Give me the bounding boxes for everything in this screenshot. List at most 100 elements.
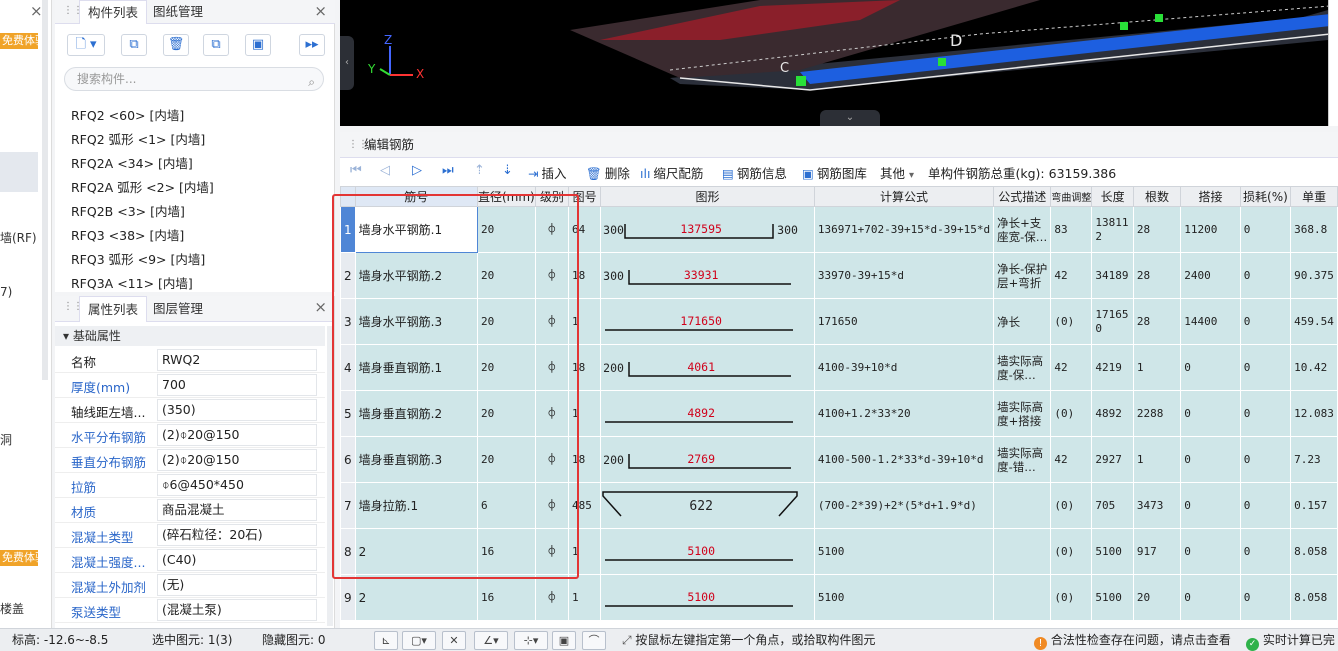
formula-description-cell[interactable] xyxy=(993,482,1052,529)
property-value[interactable]: ⌽6@450*450 xyxy=(157,474,317,496)
formula-cell[interactable]: 5100 xyxy=(813,528,995,575)
delete-button[interactable]: 🗑 删除 xyxy=(586,163,630,182)
length-cell[interactable]: 2927 xyxy=(1091,436,1134,483)
lap-cell[interactable]: 0 xyxy=(1180,528,1241,575)
property-value[interactable]: (混凝土泵) xyxy=(157,599,317,621)
list-item[interactable]: RFQ2A 弧形 <2> [内墙] xyxy=(71,177,214,196)
column-header[interactable]: 根数 xyxy=(1132,186,1182,207)
loss-cell[interactable]: 0 xyxy=(1239,482,1292,529)
ortho-icon[interactable]: ⊾ xyxy=(374,631,398,650)
bend-adjust-cell[interactable]: (0) xyxy=(1050,528,1093,575)
3d-model-view[interactable]: D C Z X Y ‹ ⌄ xyxy=(340,0,1328,126)
cross-select-icon[interactable]: ✕ xyxy=(442,631,466,650)
row-number[interactable]: 9 xyxy=(340,574,356,621)
arc-icon[interactable]: ⌒ xyxy=(582,631,606,650)
formula-cell[interactable]: 4100-39+10*d xyxy=(813,344,995,391)
loss-cell[interactable]: 0 xyxy=(1239,528,1292,575)
lap-cell[interactable]: 0 xyxy=(1180,482,1241,529)
unit-weight-cell[interactable]: 8.058 xyxy=(1290,574,1338,621)
formula-description-cell[interactable]: 净长+支座宽-保… xyxy=(993,206,1052,253)
bend-adjust-cell[interactable]: 42 xyxy=(1050,252,1093,299)
unit-weight-cell[interactable]: 0.157 xyxy=(1290,482,1338,529)
shape-cell[interactable]: 171650 xyxy=(600,298,815,345)
loss-cell[interactable]: 0 xyxy=(1239,436,1292,483)
table-row[interactable]: 9 2 16 ⌽ 1 5100 5100 (0) 5100 20 0 0 8.058 xyxy=(340,574,1338,621)
collapse-bottom-icon[interactable]: ⌄ xyxy=(820,110,880,126)
lap-cell[interactable]: 0 xyxy=(1180,390,1241,437)
length-cell[interactable]: 138112 xyxy=(1091,206,1134,253)
list-item[interactable]: RFQ3 <38> [内墙] xyxy=(71,225,184,244)
nav-label[interactable]: 7) xyxy=(0,285,12,299)
list-item[interactable]: RFQ3A <11> [内墙] xyxy=(71,273,193,292)
tab-drawing-management[interactable]: 图纸管理 xyxy=(145,0,211,24)
scale-rebar-button[interactable]: ılı 缩尺配筋 xyxy=(640,163,703,182)
column-header[interactable]: 弯曲调整 xyxy=(1050,186,1093,207)
other-dropdown[interactable]: 其他 ▾ xyxy=(880,163,914,182)
grip-icon[interactable]: ⋮⋮ xyxy=(63,4,83,18)
layer-copy-icon[interactable]: ▣ xyxy=(245,34,271,56)
loss-cell[interactable]: 0 xyxy=(1239,206,1292,253)
formula-description-cell[interactable]: 净长 xyxy=(993,298,1052,345)
shape-cell[interactable]: 200 4061 xyxy=(600,344,815,391)
length-cell[interactable]: 5100 xyxy=(1091,574,1134,621)
property-value[interactable]: (C40) xyxy=(157,549,317,571)
column-header[interactable]: 图形 xyxy=(600,186,815,207)
tab-layer-management[interactable]: 图层管理 xyxy=(145,296,211,322)
search-icon[interactable]: ⌕ xyxy=(308,71,315,93)
shape-cell[interactable]: 300 33931 xyxy=(600,252,815,299)
loss-cell[interactable]: 0 xyxy=(1239,344,1292,391)
close-icon[interactable]: × xyxy=(30,2,43,20)
formula-cell[interactable]: 136971+702-39+15*d-39+15*d xyxy=(813,206,995,253)
column-header[interactable]: 损耗(%) xyxy=(1239,186,1292,207)
lap-cell[interactable]: 0 xyxy=(1180,574,1241,621)
list-item[interactable]: RFQ2B <3> [内墙] xyxy=(71,201,185,220)
unit-weight-cell[interactable]: 368.8 xyxy=(1290,206,1338,253)
list-item[interactable]: RFQ3 弧形 <9> [内墙] xyxy=(71,249,205,268)
lap-cell[interactable]: 0 xyxy=(1180,344,1241,391)
length-cell[interactable]: 4892 xyxy=(1091,390,1134,437)
list-item[interactable]: RFQ2 弧形 <1> [内墙] xyxy=(71,129,205,148)
bend-adjust-cell[interactable]: (0) xyxy=(1050,574,1093,621)
formula-description-cell[interactable] xyxy=(993,528,1052,575)
formula-cell[interactable]: 5100 xyxy=(813,574,995,621)
formula-description-cell[interactable]: 墙实际高度+搭接 xyxy=(993,390,1052,437)
tab-component-list[interactable]: 构件列表 xyxy=(79,0,148,24)
collapse-left-icon[interactable]: ‹ xyxy=(340,36,354,90)
formula-cell[interactable]: 171650 xyxy=(813,298,995,345)
column-header[interactable]: 计算公式 xyxy=(813,186,995,207)
property-value[interactable]: (碎石粒径：20石) xyxy=(157,524,317,546)
count-cell[interactable]: 28 xyxy=(1132,252,1182,299)
lap-cell[interactable]: 14400 xyxy=(1180,298,1241,345)
shape-cell[interactable]: 5100 xyxy=(600,528,815,575)
prev-icon[interactable]: ◁ xyxy=(380,163,390,178)
unit-weight-cell[interactable]: 8.058 xyxy=(1290,528,1338,575)
trial-badge[interactable]: 免费体验 xyxy=(0,550,38,566)
unit-weight-cell[interactable]: 7.23 xyxy=(1290,436,1338,483)
property-section-header[interactable]: ▾ 基础属性 xyxy=(55,326,325,346)
first-icon[interactable]: ⏮ xyxy=(350,163,362,178)
formula-description-cell[interactable]: 墙实际高度-错… xyxy=(993,436,1052,483)
next-icon[interactable]: ▷ xyxy=(412,163,422,178)
column-header[interactable]: 公式描述 xyxy=(993,186,1052,207)
loss-cell[interactable]: 0 xyxy=(1239,574,1292,621)
formula-cell[interactable]: 4100-500-1.2*33*d-39+10*d xyxy=(813,436,995,483)
bend-adjust-cell[interactable]: (0) xyxy=(1050,482,1093,529)
formula-description-cell[interactable]: 墙实际高度-保… xyxy=(993,344,1052,391)
length-cell[interactable]: 4219 xyxy=(1091,344,1134,391)
unit-weight-cell[interactable]: 10.42 xyxy=(1290,344,1338,391)
delete-icon[interactable]: 🗑 xyxy=(163,34,189,56)
count-cell[interactable]: 1 xyxy=(1132,436,1182,483)
insert-button[interactable]: ⇥ 插入 xyxy=(528,163,567,182)
bend-adjust-cell[interactable]: 42 xyxy=(1050,344,1093,391)
column-header[interactable]: 单重 xyxy=(1290,186,1338,207)
grip-icon[interactable]: ⋮⋮ xyxy=(63,300,83,314)
count-cell[interactable]: 28 xyxy=(1132,298,1182,345)
shape-cell[interactable]: 5100 xyxy=(600,574,815,621)
rebar-name-cell[interactable]: 2 xyxy=(354,574,478,621)
select-mode-icon[interactable]: ▢▾ xyxy=(402,631,436,650)
loss-cell[interactable]: 0 xyxy=(1239,252,1292,299)
length-cell[interactable]: 171650 xyxy=(1091,298,1134,345)
trial-badge[interactable]: 免费体验 xyxy=(0,33,38,49)
unit-weight-cell[interactable]: 459.54 xyxy=(1290,298,1338,345)
property-value[interactable]: (2)⌽20@150 xyxy=(157,449,317,471)
